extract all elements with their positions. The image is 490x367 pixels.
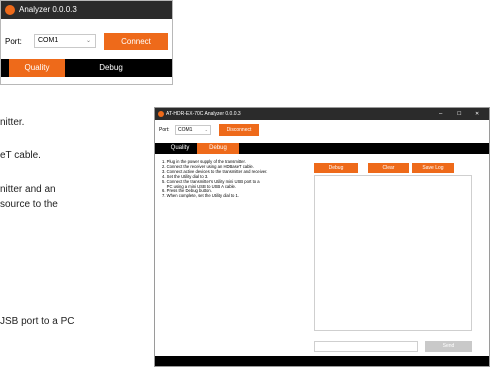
send-input[interactable]: [314, 341, 418, 352]
analyzer-window-small: Analyzer 0.0.0.3 Port: COM1 ⌄ Connect Qu…: [0, 0, 173, 85]
minimize-icon[interactable]: –: [439, 109, 442, 119]
status-bar: [155, 356, 489, 366]
port-select[interactable]: COM1 ⌄: [175, 125, 211, 135]
disconnect-button[interactable]: Disconnect: [219, 124, 259, 136]
connect-button[interactable]: Connect: [104, 33, 168, 50]
port-select-value: COM1: [178, 127, 193, 133]
save-log-button[interactable]: Save Log: [412, 163, 454, 173]
close-icon[interactable]: ✕: [475, 109, 479, 119]
tab-quality[interactable]: Quality: [9, 59, 65, 77]
maximize-icon[interactable]: ☐: [457, 109, 461, 119]
analyzer-window-large: AT-HDR-EX-70C Analyzer 0.0.0.3 – ☐ ✕ Por…: [154, 107, 490, 367]
port-select[interactable]: COM1 ⌄: [34, 34, 96, 48]
clear-button[interactable]: Clear: [368, 163, 409, 173]
instruction-step: 7. When complete, set the Utility dial t…: [162, 193, 240, 199]
window-title: AT-HDR-EX-70C Analyzer 0.0.0.3: [166, 111, 241, 117]
window-title: Analyzer 0.0.0.3: [19, 5, 77, 14]
title-bar: AT-HDR-EX-70C Analyzer 0.0.0.3 – ☐ ✕: [155, 108, 489, 120]
tab-debug[interactable]: Debug: [65, 59, 157, 77]
chevron-down-icon: ⌄: [204, 127, 208, 132]
tab-debug[interactable]: Debug: [197, 143, 239, 154]
app-logo-icon: [158, 111, 164, 117]
port-label: Port:: [159, 127, 170, 133]
doc-text-fragment: nitter and an: [0, 184, 56, 195]
debug-button[interactable]: Debug: [314, 163, 358, 173]
debug-log-area[interactable]: [314, 175, 472, 331]
instructions-list: 1. Plug in the power supply of the trans…: [162, 159, 318, 199]
doc-text-fragment: source to the: [0, 199, 58, 210]
doc-text-fragment: eT cable.: [0, 150, 41, 161]
doc-text-fragment: nitter.: [0, 117, 25, 128]
chevron-down-icon: ⌄: [85, 38, 91, 44]
app-logo-icon: [5, 5, 15, 15]
tab-quality[interactable]: Quality: [163, 143, 197, 154]
title-bar: Analyzer 0.0.0.3: [1, 1, 172, 19]
port-label: Port:: [5, 37, 22, 46]
send-button[interactable]: Send: [425, 341, 472, 352]
port-select-value: COM1: [38, 37, 59, 44]
doc-text-fragment: JSB port to a PC: [0, 316, 75, 327]
